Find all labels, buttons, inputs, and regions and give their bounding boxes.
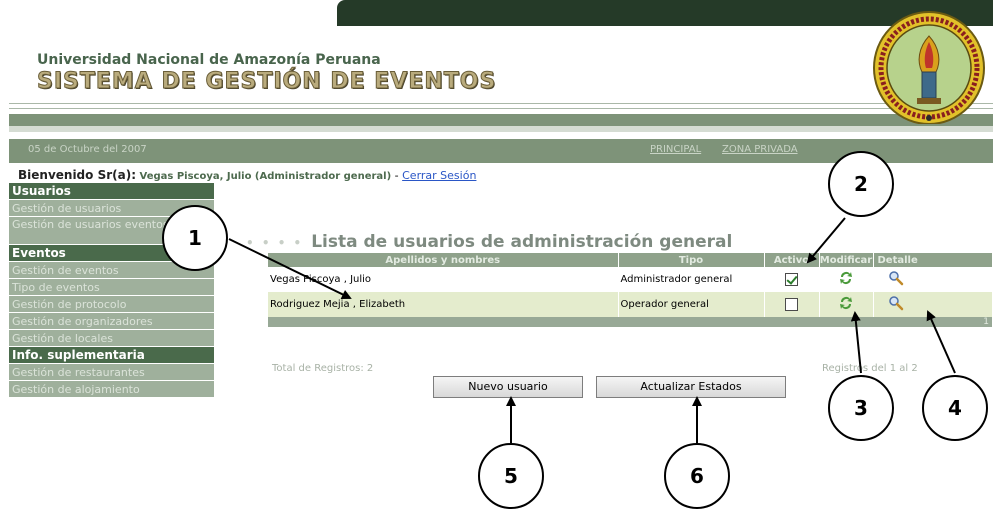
col-header-tipo: Tipo	[618, 253, 765, 267]
refresh-arrows-icon[interactable]	[838, 270, 854, 286]
magnifier-icon[interactable]	[888, 270, 904, 286]
cell-type: Administrador general	[618, 267, 765, 292]
welcome-label: Bienvenido Sr(a):	[18, 168, 136, 182]
callout-5: 5	[478, 443, 544, 509]
page-number[interactable]: 1	[873, 317, 992, 327]
cell-name: Vegas Piscoya , Julio	[268, 267, 619, 292]
col-header-activo: Activo	[764, 253, 820, 267]
col-header-modificar: Modificar	[819, 253, 874, 267]
sidebar-header-info-suplementaria: Info. suplementaria	[9, 347, 214, 364]
cell-type: Operador general	[618, 292, 765, 317]
header-separator	[9, 126, 993, 132]
callout-1: 1	[162, 205, 228, 271]
page-title-text: Lista de usuarios de administración gene…	[311, 232, 733, 252]
title-dots: • • • •	[246, 236, 304, 250]
header-divider	[9, 108, 993, 109]
header-divider	[9, 103, 993, 104]
sidebar-item-gestion-alojamiento[interactable]: Gestión de alojamiento	[9, 381, 214, 398]
table-header-row: Apellidos y nombres Tipo Activo Modifica…	[268, 253, 993, 267]
header-band	[9, 114, 993, 126]
total-records: Total de Registros: 2	[272, 363, 374, 374]
system-title: SISTEMA DE GESTIÓN DE EVENTOS	[36, 69, 497, 95]
welcome-line: Bienvenido Sr(a): Vegas Piscoya, Julio (…	[18, 168, 476, 182]
welcome-separator: -	[391, 169, 403, 182]
sidebar-item-gestion-locales[interactable]: Gestión de locales	[9, 330, 214, 347]
new-user-button[interactable]: Nuevo usuario	[433, 376, 583, 398]
sidebar-item-gestion-organizadores[interactable]: Gestión de organizadores	[9, 313, 214, 330]
table-row: Vegas Piscoya , Julio Administrador gene…	[268, 267, 993, 292]
callout-2: 2	[828, 151, 894, 217]
table-footer-row: 1	[268, 317, 992, 327]
university-seal-icon	[873, 11, 985, 124]
refresh-arrows-icon[interactable]	[838, 295, 854, 311]
active-checkbox[interactable]	[785, 273, 798, 286]
sidebar-item-gestion-protocolo[interactable]: Gestión de protocolo	[9, 296, 214, 313]
nav-date: 05 de Octubre del 2007	[28, 144, 147, 155]
callout-4: 4	[922, 375, 988, 441]
nav-link-principal[interactable]: PRINCIPAL	[650, 144, 701, 155]
callout-3: 3	[828, 375, 894, 441]
cell-name: Rodriguez Mejia , Elizabeth	[268, 292, 619, 317]
update-states-button[interactable]: Actualizar Estados	[596, 376, 786, 398]
page-title: • • • • Lista de usuarios de administraci…	[246, 232, 732, 252]
col-header-nombres: Apellidos y nombres	[268, 253, 619, 267]
university-name: Universidad Nacional de Amazonía Peruana	[37, 52, 381, 68]
sidebar-item-gestion-restaurantes[interactable]: Gestión de restaurantes	[9, 364, 214, 381]
magnifier-icon[interactable]	[888, 295, 904, 311]
callout-6: 6	[664, 443, 730, 509]
welcome-user: Vegas Piscoya, Julio (Administrador gene…	[139, 171, 392, 182]
col-header-detalle: Detalle	[873, 253, 993, 267]
records-range: Registros del 1 al 2	[822, 363, 918, 374]
sidebar-item-tipo-eventos[interactable]: Tipo de eventos	[9, 279, 214, 296]
users-table: Apellidos y nombres Tipo Activo Modifica…	[268, 253, 993, 327]
logout-link[interactable]: Cerrar Sesión	[402, 169, 476, 182]
nav-link-zona-privada[interactable]: ZONA PRIVADA	[722, 144, 798, 155]
active-checkbox[interactable]	[785, 298, 798, 311]
table-row: Rodriguez Mejia , Elizabeth Operador gen…	[268, 292, 993, 317]
sidebar-header-usuarios: Usuarios	[9, 183, 214, 200]
